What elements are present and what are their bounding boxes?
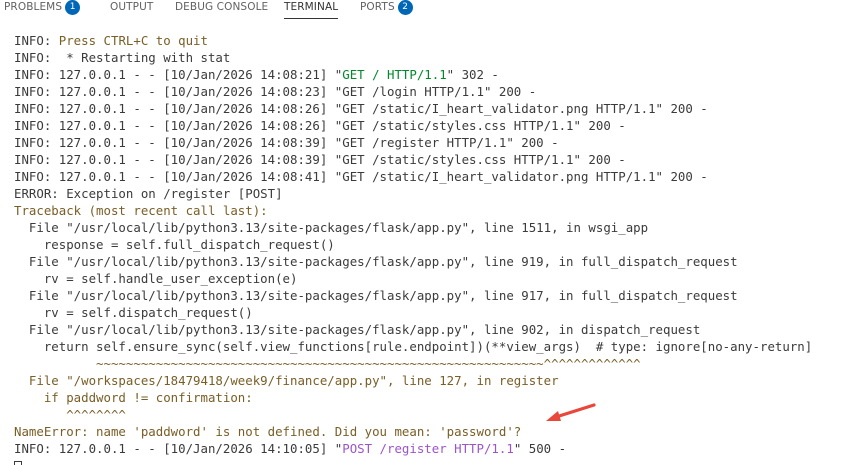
- terminal-text-segment: INFO: 127.0.0.1 - - [10/Jan/2026 14:08:3…: [14, 135, 559, 150]
- terminal-text-segment: if paddword != confirmation:: [14, 390, 253, 405]
- terminal-text-segment: INFO: 127.0.0.1 - - [10/Jan/2026 14:08:3…: [14, 152, 626, 167]
- tab-output-label: OUTPUT: [110, 1, 154, 13]
- ports-count-badge: 2: [397, 0, 413, 15]
- terminal-line: File "/usr/local/lib/python3.13/site-pac…: [14, 321, 842, 338]
- terminal-text-segment: INFO: 127.0.0.1 - - [10/Jan/2026 14:08:2…: [14, 101, 708, 116]
- terminal-line: Traceback (most recent call last):: [14, 202, 842, 219]
- terminal-text-segment: return self.ensure_sync(self.view_functi…: [14, 339, 813, 354]
- terminal-line: INFO: * Restarting with stat: [14, 49, 842, 66]
- terminal-text-segment: File "/workspaces/18479418/week9/finance…: [14, 373, 559, 388]
- terminal-cursor: [14, 461, 22, 465]
- tab-problems-label: PROBLEMS: [4, 1, 63, 13]
- terminal-line: File "/usr/local/lib/python3.13/site-pac…: [14, 219, 842, 236]
- terminal-line: ~~~~~~~~~~~~~~~~~~~~~~~~~~~~~~~~~~~~~~~~…: [14, 355, 842, 372]
- problems-count-badge: 1: [65, 0, 81, 15]
- tab-debug-console-label: DEBUG CONSOLE: [175, 1, 269, 13]
- terminal-text-segment: INFO: 127.0.0.1 - - [10/Jan/2026 14:08:4…: [14, 169, 708, 184]
- terminal-text-segment: File "/usr/local/lib/python3.13/site-pac…: [14, 288, 738, 303]
- terminal-text-segment: File "/usr/local/lib/python3.13/site-pac…: [14, 322, 701, 337]
- terminal-line: INFO: 127.0.0.1 - - [10/Jan/2026 14:10:0…: [14, 440, 842, 457]
- terminal-text-segment: ERROR: Exception on /register [POST]: [14, 186, 283, 201]
- terminal-line: INFO: 127.0.0.1 - - [10/Jan/2026 14:08:2…: [14, 83, 842, 100]
- terminal-text-segment: " 302 -: [446, 67, 499, 82]
- terminal-line: ERROR: Exception on /register [POST]: [14, 185, 842, 202]
- terminal-line: INFO: 127.0.0.1 - - [10/Jan/2026 14:08:3…: [14, 151, 842, 168]
- terminal-text-segment: INFO: 127.0.0.1 - - [10/Jan/2026 14:08:2…: [14, 67, 343, 82]
- terminal-text-segment: GET / HTTP/1.1: [342, 67, 447, 82]
- tab-ports[interactable]: PORTS 2: [360, 0, 413, 18]
- terminal-line: response = self.full_dispatch_request(): [14, 236, 842, 253]
- terminal-text-segment: response = self.full_dispatch_request(): [14, 237, 335, 252]
- terminal-line: if paddword != confirmation:: [14, 389, 842, 406]
- terminal-line: INFO: 127.0.0.1 - - [10/Jan/2026 14:08:4…: [14, 168, 842, 185]
- terminal-text-segment: INFO:: [14, 33, 59, 48]
- terminal-text-segment: Traceback (most recent call last):: [14, 203, 268, 218]
- terminal-text-segment: Press CTRL+C to quit: [58, 33, 208, 48]
- terminal-text-segment: INFO: 127.0.0.1 - - [10/Jan/2026 14:08:2…: [14, 84, 537, 99]
- tab-debug-console[interactable]: DEBUG CONSOLE: [175, 0, 268, 18]
- terminal-text-segment: rv = self.dispatch_request(): [14, 305, 253, 320]
- terminal-line: File "/usr/local/lib/python3.13/site-pac…: [14, 253, 842, 270]
- red-arrow-annotation: [546, 403, 596, 421]
- terminal-text-segment: rv = self.handle_user_exception(e): [14, 271, 298, 286]
- terminal-text-segment: INFO: * Restarting with stat: [14, 50, 231, 65]
- terminal-text-segment: File "/usr/local/lib/python3.13/site-pac…: [14, 220, 649, 235]
- tab-terminal-label: TERMINAL: [284, 1, 339, 13]
- terminal-text-segment: " 500 -: [513, 441, 567, 456]
- terminal-line: File "/workspaces/18479418/week9/finance…: [14, 372, 842, 389]
- terminal-line: rv = self.dispatch_request(): [14, 304, 842, 321]
- terminal-line: INFO: 127.0.0.1 - - [10/Jan/2026 14:08:2…: [14, 66, 842, 83]
- tab-terminal[interactable]: TERMINAL: [284, 0, 339, 19]
- panel-tab-bar: PROBLEMS 1 OUTPUT DEBUG CONSOLE TERMINAL …: [0, 0, 845, 22]
- terminal-text-segment: File "/usr/local/lib/python3.13/site-pac…: [14, 254, 738, 269]
- terminal-line: INFO: 127.0.0.1 - - [10/Jan/2026 14:08:2…: [14, 100, 842, 117]
- terminal-line: File "/usr/local/lib/python3.13/site-pac…: [14, 287, 842, 304]
- terminal-text-segment: INFO: 127.0.0.1 - - [10/Jan/2026 14:08:2…: [14, 118, 626, 133]
- terminal-line: NameError: name 'paddword' is not define…: [14, 423, 842, 440]
- terminal-text-segment: ~~~~~~~~~~~~~~~~~~~~~~~~~~~~~~~~~~~~~~~~…: [14, 356, 641, 371]
- tab-problems[interactable]: PROBLEMS 1: [4, 0, 81, 18]
- terminal-prompt-line[interactable]: [14, 457, 842, 465]
- terminal-text-segment: POST /register HTTP/1.1: [342, 441, 514, 456]
- tab-output[interactable]: OUTPUT: [110, 0, 153, 18]
- terminal-line: INFO: 127.0.0.1 - - [10/Jan/2026 14:08:3…: [14, 134, 842, 151]
- terminal-text-segment: NameError: name 'paddword' is not define…: [14, 424, 522, 439]
- terminal-output[interactable]: INFO: Press CTRL+C to quit INFO: * Restar…: [14, 32, 842, 465]
- terminal-text-segment: INFO: 127.0.0.1 - - [10/Jan/2026 14:10:0…: [14, 441, 343, 456]
- terminal-text-segment: ^^^^^^^^: [14, 407, 126, 422]
- terminal-line: return self.ensure_sync(self.view_functi…: [14, 338, 842, 355]
- terminal-line: INFO: Press CTRL+C to quit: [14, 32, 842, 49]
- tab-ports-label: PORTS: [360, 1, 395, 13]
- terminal-line: ^^^^^^^^: [14, 406, 842, 423]
- terminal-line: rv = self.handle_user_exception(e): [14, 270, 842, 287]
- terminal-line: INFO: 127.0.0.1 - - [10/Jan/2026 14:08:2…: [14, 117, 842, 134]
